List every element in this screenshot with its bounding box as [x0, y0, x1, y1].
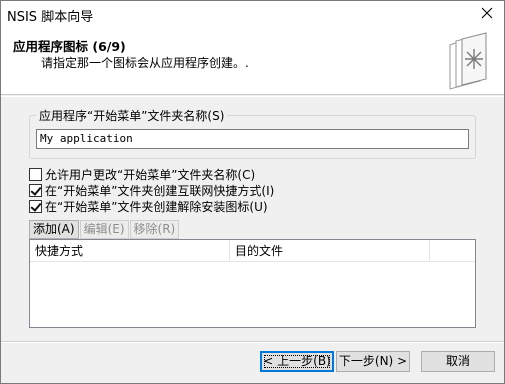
cancel-button[interactable]: 取消 [421, 351, 495, 372]
shortcut-list-header: 快捷方式 目的文件 [30, 240, 475, 262]
allow-change-folder-label: 允许用户更改“开始菜单”文件夹名称(C) [45, 167, 256, 182]
wizard-window: NSIS 脚本向导 应用程序图标 (6/9) 请指定那一个图标会从应用程序创建。… [0, 0, 505, 384]
allow-change-folder-option[interactable]: 允许用户更改“开始菜单”文件夹名称(C) [29, 166, 255, 182]
page-title: 应用程序图标 (6/9) [13, 39, 126, 54]
uninstall-icon-option[interactable]: 在“开始菜单”文件夹创建解除安装图标(U) [29, 198, 268, 214]
internet-shortcut-option[interactable]: 在“开始菜单”文件夹创建互联网快捷方式(I) [29, 182, 274, 198]
shortcut-wizard-icon [442, 31, 490, 91]
close-icon [481, 7, 493, 19]
uninstall-icon-label: 在“开始菜单”文件夹创建解除安装图标(U) [45, 199, 268, 214]
footer-divider-highlight [1, 342, 504, 343]
wizard-header: 应用程序图标 (6/9) 请指定那一个图标会从应用程序创建。. [1, 27, 504, 95]
header-divider [1, 96, 504, 97]
page-subtitle: 请指定那一个图标会从应用程序创建。. [41, 56, 249, 70]
start-menu-folder-input[interactable]: My application [36, 129, 469, 149]
title-bar: NSIS 脚本向导 [1, 1, 504, 27]
uninstall-icon-checkbox[interactable] [29, 199, 42, 213]
close-button[interactable] [478, 4, 496, 22]
internet-shortcut-checkbox[interactable] [29, 183, 42, 197]
edit-shortcut-button[interactable]: 编辑(E) [79, 220, 129, 239]
shortcut-list[interactable]: 快捷方式 目的文件 [29, 239, 476, 328]
allow-change-folder-checkbox[interactable] [29, 167, 42, 181]
add-shortcut-button[interactable]: 添加(A) [29, 220, 79, 239]
shortcut-toolbar: 添加(A) 编辑(E) 移除(R) [29, 220, 180, 239]
back-button[interactable]: < 上一步(B) [260, 351, 334, 372]
column-shortcut[interactable]: 快捷方式 [30, 240, 230, 262]
next-button[interactable]: 下一步(N) > [336, 351, 410, 372]
column-target-file[interactable]: 目的文件 [230, 240, 430, 262]
remove-shortcut-button[interactable]: 移除(R) [129, 220, 180, 239]
internet-shortcut-label: 在“开始菜单”文件夹创建互联网快捷方式(I) [45, 183, 275, 198]
window-title: NSIS 脚本向导 [7, 10, 94, 25]
start-menu-folder-label: 应用程序“开始菜单”文件夹名称(S) [36, 107, 228, 124]
